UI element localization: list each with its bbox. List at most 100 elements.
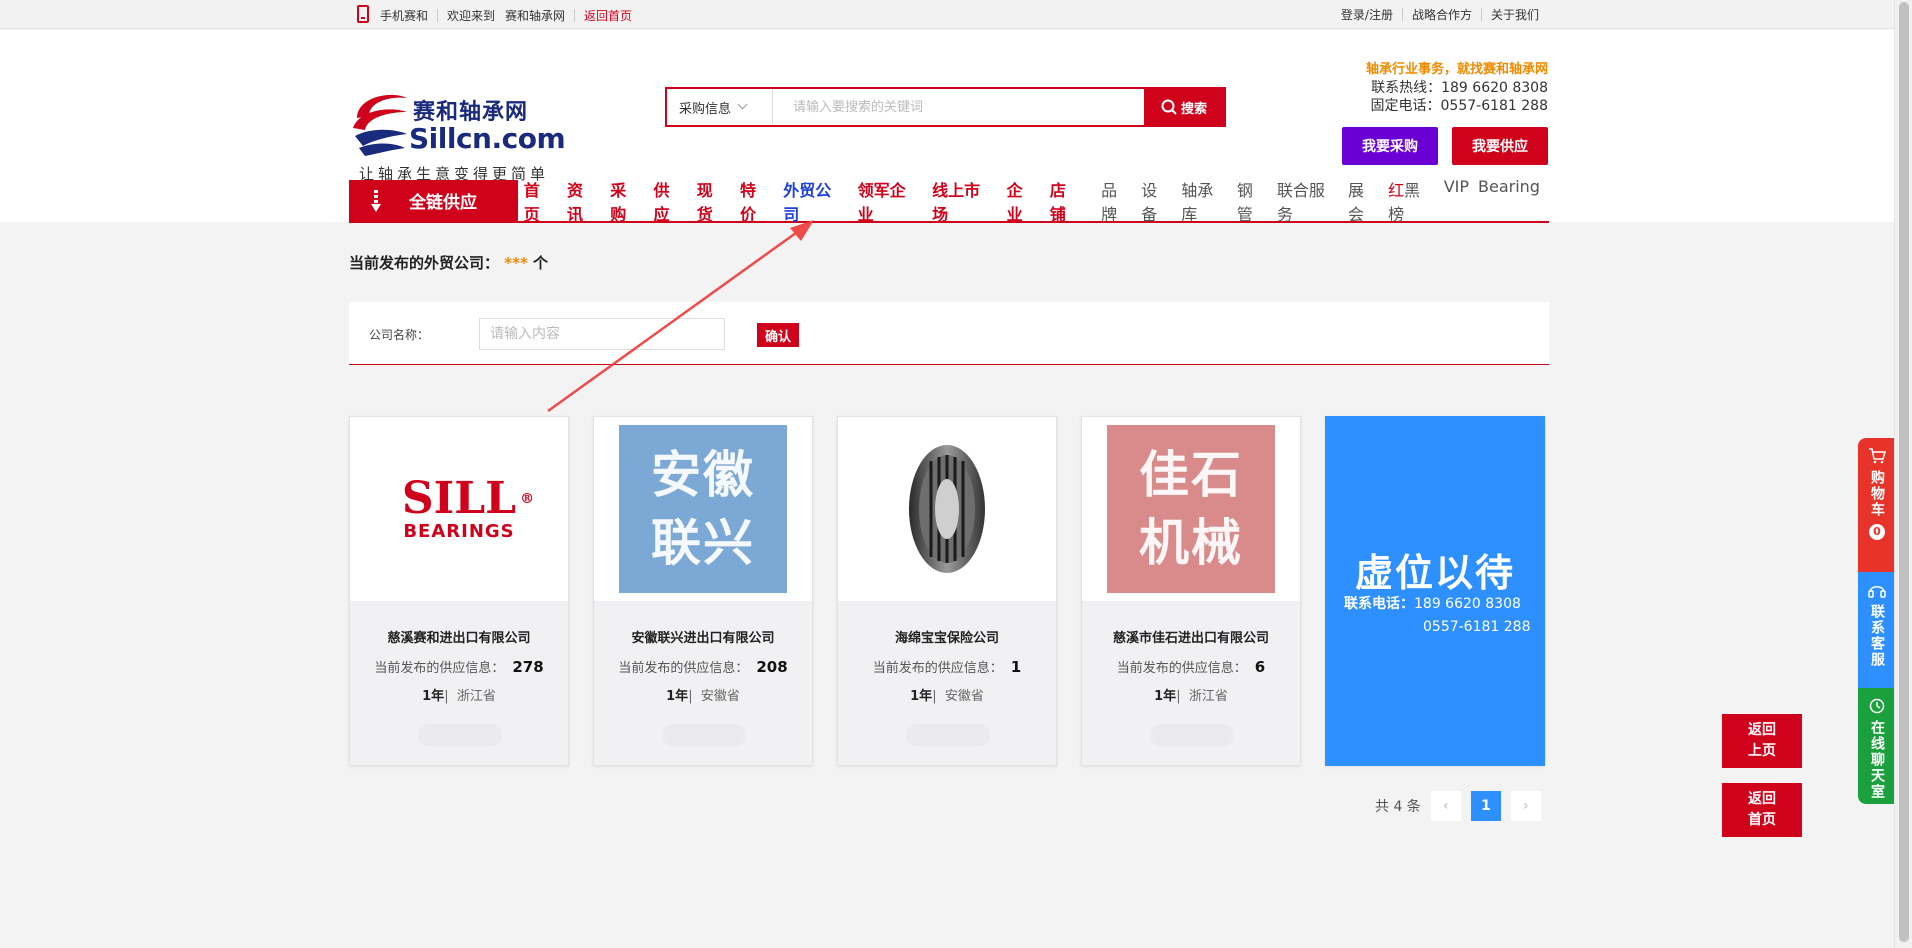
company-name[interactable]: 海绵宝宝保险公司: [838, 627, 1056, 646]
nav-enterprise[interactable]: 企业: [1007, 177, 1038, 225]
nav-purchase[interactable]: 采购: [610, 177, 641, 225]
company-logo: 安徽 联兴: [594, 417, 812, 601]
company-province: 安徽省: [944, 689, 984, 704]
nav-rank-list[interactable]: 红黑榜: [1388, 177, 1435, 225]
nav-steel-pipe[interactable]: 钢管: [1237, 177, 1268, 225]
cart-button[interactable]: 购物车 0: [1858, 438, 1896, 572]
nav-online-market[interactable]: 线上市场: [932, 177, 994, 225]
supply-info: 当前发布的供应信息： 208: [594, 657, 812, 676]
vacancy-phone: 联系电话：189 6620 8308 0557-6181 288: [1344, 593, 1530, 639]
mobile-phone-icon: [357, 5, 369, 23]
company-name-input[interactable]: [479, 318, 725, 350]
company-card[interactable]: SILL ® BEARINGS 慈溪赛和进出口有限公司 当前发布的供应信息： 278…: [349, 416, 569, 766]
about-link[interactable]: 关于我们: [1491, 6, 1539, 23]
vacancy-title: 虚位以待: [1354, 551, 1515, 595]
buy-button[interactable]: 我要采购: [1342, 127, 1438, 165]
company-meta: 1年| 安徽省: [910, 689, 984, 704]
company-card[interactable]: 安徽 联兴 安徽联兴进出口有限公司 当前发布的供应信息： 208 1年| 安徽省: [593, 416, 813, 766]
logo-mark-icon: [353, 94, 407, 156]
arrow-down-icon: [371, 190, 381, 212]
scrollbar-thumb[interactable]: [1899, 2, 1909, 942]
category-menu-button[interactable]: 全链供应: [349, 180, 518, 221]
nav-bearing[interactable]: Bearing: [1478, 177, 1540, 225]
nav-home[interactable]: 首页: [524, 177, 555, 225]
customer-service-button[interactable]: 联系客服: [1858, 572, 1896, 688]
nav-bearing-library[interactable]: 轴承库: [1181, 177, 1228, 225]
nav-vip[interactable]: VIP: [1444, 177, 1469, 225]
count-stars: ***: [504, 254, 528, 272]
nav-news[interactable]: 资讯: [567, 177, 598, 225]
company-name[interactable]: 安徽联兴进出口有限公司: [594, 627, 812, 646]
registered-mark: ®: [520, 490, 535, 507]
logo-line-1: 安徽: [651, 446, 755, 504]
nav-shop[interactable]: 店铺: [1050, 177, 1081, 225]
supply-info-label: 当前发布的供应信息：: [374, 661, 505, 676]
nav-stock[interactable]: 现货: [697, 177, 728, 225]
search-input[interactable]: [773, 89, 1144, 125]
search-category-label: 采购信息: [679, 101, 732, 117]
company-years: 1年: [910, 689, 933, 704]
cart-label: 购物车: [1869, 470, 1885, 518]
nav-equipment[interactable]: 设备: [1141, 177, 1172, 225]
supply-count: 6: [1254, 658, 1266, 676]
prev-page-button[interactable]: ‹: [1430, 791, 1461, 821]
welcome-text: 欢迎来到: [447, 8, 496, 23]
company-count: 当前发布的外贸公司： *** 个: [349, 252, 548, 273]
company-years: 1年: [1154, 689, 1177, 704]
top-bar-left: 手机赛和 欢迎来到 赛和轴承网 返回首页: [357, 5, 632, 24]
category-menu-label: 全链供应: [409, 193, 477, 213]
nav-special-price[interactable]: 特价: [740, 177, 771, 225]
company-card[interactable]: 海绵宝宝保险公司 当前发布的供应信息： 1 1年| 安徽省: [837, 416, 1057, 766]
site-logo[interactable]: 赛和轴承网 Sillcn.com 让轴承生意变得更简单: [349, 58, 566, 183]
company-years: 1年: [666, 689, 689, 704]
search-category-select[interactable]: 采购信息: [667, 89, 773, 125]
nav-foreign-trade[interactable]: 外贸公司: [783, 177, 845, 225]
count-unit: 个: [533, 254, 549, 272]
nav-main-links: 首页 资讯 采购 供应 现货 特价 外贸公司 领军企业 线上市场 企业 店铺: [524, 177, 1093, 225]
nav-sub-links: 品牌 设备 轴承库 钢管 联合服务 展会 红黑榜 VIP Bearing: [1101, 177, 1549, 225]
search-bar: 采购信息 搜索: [665, 87, 1226, 127]
divider: [1480, 8, 1482, 21]
company-name[interactable]: 慈溪市佳石进出口有限公司: [1082, 627, 1300, 646]
nav-joint-service[interactable]: 联合服务: [1277, 177, 1339, 225]
nav-brand[interactable]: 品牌: [1101, 177, 1132, 225]
company-years: 1年: [422, 689, 445, 704]
search-button-label: 搜索: [1180, 101, 1207, 117]
nav-exhibition[interactable]: 展会: [1348, 177, 1379, 225]
search-button[interactable]: 搜索: [1144, 89, 1224, 125]
company-name[interactable]: 慈溪赛和进出口有限公司: [350, 627, 568, 646]
company-card[interactable]: 佳石 机械 慈溪市佳石进出口有限公司 当前发布的供应信息： 6 1年| 浙江省: [1081, 416, 1301, 766]
mobile-link[interactable]: 手机赛和: [380, 7, 428, 24]
pagination: 共 4 条 ‹ 1 ›: [1375, 791, 1541, 821]
back-to-previous-button[interactable]: 返回上页: [1722, 714, 1802, 768]
page-scrollbar[interactable]: [1894, 0, 1912, 948]
cart-icon: [1869, 448, 1886, 464]
supply-count: 278: [512, 658, 544, 676]
supply-button[interactable]: 我要供应: [1452, 127, 1548, 165]
back-to-home-button[interactable]: 返回首页: [1722, 783, 1802, 837]
count-label: 当前发布的外贸公司：: [349, 254, 500, 272]
next-page-button[interactable]: ›: [1510, 791, 1541, 821]
login-link[interactable]: 登录/注册: [1341, 6, 1393, 23]
placeholder-pill: [1150, 724, 1234, 746]
sill-logo-word: SILL: [401, 472, 517, 524]
confirm-button[interactable]: 确认: [757, 323, 799, 347]
top-bar: 手机赛和 欢迎来到 赛和轴承网 返回首页 登录/注册 战略合作方 关于我们: [0, 0, 1894, 29]
sill-logo-sub: BEARINGS: [403, 520, 515, 542]
chat-room-button[interactable]: 在线聊天室: [1858, 688, 1896, 804]
partner-link[interactable]: 战略合作方: [1412, 6, 1472, 23]
jiashi-machinery-logo: 佳石 机械: [1107, 425, 1275, 593]
supply-info: 当前发布的供应信息： 1: [838, 657, 1056, 676]
company-logo: SILL ® BEARINGS: [350, 417, 568, 601]
phone-2: 0557-6181 288: [1423, 619, 1531, 635]
nav-supply[interactable]: 供应: [653, 177, 684, 225]
vacancy-card[interactable]: 虚位以待 联系电话：189 6620 8308 0557-6181 288: [1325, 416, 1545, 766]
home-link[interactable]: 返回首页: [584, 7, 632, 24]
supply-info-label: 当前发布的供应信息：: [618, 661, 749, 676]
page-1-button[interactable]: 1: [1470, 791, 1501, 821]
divider: [437, 8, 439, 22]
supply-info: 当前发布的供应信息： 6: [1082, 657, 1300, 676]
company-province: 安徽省: [700, 689, 740, 704]
nav-leading-enterprise[interactable]: 领军企业: [858, 177, 920, 225]
company-logo: 佳石 机械: [1082, 417, 1300, 601]
